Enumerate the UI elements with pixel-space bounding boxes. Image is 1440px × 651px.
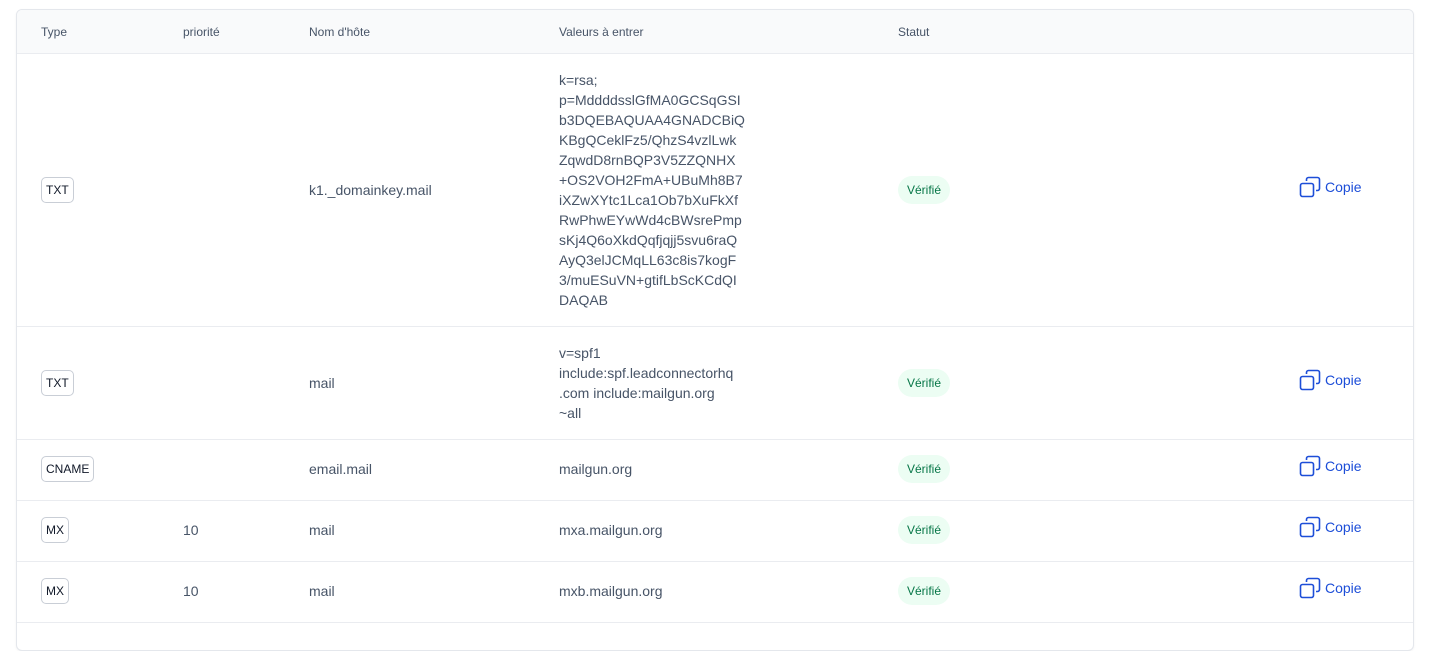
status-badge: Vérifié [898, 455, 951, 483]
record-type-badge: MX [41, 517, 69, 543]
value-cell: k=rsa; p=MddddsslGfMA0GCSqGSI b3DQEBAQUA… [559, 72, 745, 308]
value-cell: v=spf1 include:spf.leadconnectorhq .com … [559, 345, 734, 421]
table-row: CNAME email.mail mailgun.org Vérifié Cop… [17, 440, 1413, 501]
copy-icon [1299, 516, 1321, 538]
table-row: MX 10 mail mxb.mailgun.org Vérifié Copie [17, 562, 1413, 623]
status-badge: Vérifié [898, 577, 951, 605]
value-cell: mailgun.org [559, 461, 633, 477]
record-type-badge: MX [41, 578, 69, 604]
copy-button[interactable]: Copie [1299, 455, 1362, 477]
hostname-cell: mail [309, 522, 335, 538]
table-header: Type priorité Nom d'hôte Valeurs à entre… [17, 10, 1413, 54]
copy-label: Copie [1325, 458, 1362, 474]
record-type-badge: TXT [41, 177, 74, 203]
priority-cell: 10 [183, 583, 199, 599]
header-priority: priorité [183, 25, 220, 39]
status-badge: Vérifié [898, 369, 951, 397]
hostname-cell: mail [309, 375, 335, 391]
copy-label: Copie [1325, 519, 1362, 535]
hostname-cell: mail [309, 583, 335, 599]
copy-label: Copie [1325, 372, 1362, 388]
hostname-cell: email.mail [309, 461, 373, 477]
copy-icon [1299, 455, 1321, 477]
header-values: Valeurs à entrer [559, 25, 644, 39]
header-hostname: Nom d'hôte [309, 25, 370, 39]
copy-label: Copie [1325, 580, 1362, 596]
copy-icon [1299, 176, 1321, 198]
copy-button[interactable]: Copie [1299, 176, 1362, 198]
copy-button[interactable]: Copie [1299, 577, 1362, 599]
record-type-badge: CNAME [41, 456, 95, 482]
value-cell: mxa.mailgun.org [559, 522, 663, 538]
copy-button[interactable]: Copie [1299, 516, 1362, 538]
table-row: MX 10 mail mxa.mailgun.org Vérifié Copie [17, 501, 1413, 562]
header-type: Type [41, 25, 68, 39]
table-row: TXT k1._domainkey.mail k=rsa; p=Mddddssl… [17, 54, 1413, 327]
priority-cell: 10 [183, 522, 199, 538]
status-badge: Vérifié [898, 176, 951, 204]
copy-icon [1299, 577, 1321, 599]
status-badge: Vérifié [898, 516, 951, 544]
record-type-badge: TXT [41, 370, 74, 396]
copy-icon [1299, 369, 1321, 391]
header-status: Statut [898, 25, 930, 39]
dns-records-table: Type priorité Nom d'hôte Valeurs à entre… [16, 9, 1414, 651]
value-cell: mxb.mailgun.org [559, 583, 663, 599]
copy-label: Copie [1325, 179, 1362, 195]
hostname-cell: k1._domainkey.mail [309, 182, 432, 198]
copy-button[interactable]: Copie [1299, 369, 1362, 391]
table-row: TXT mail v=spf1 include:spf.leadconnecto… [17, 327, 1413, 440]
